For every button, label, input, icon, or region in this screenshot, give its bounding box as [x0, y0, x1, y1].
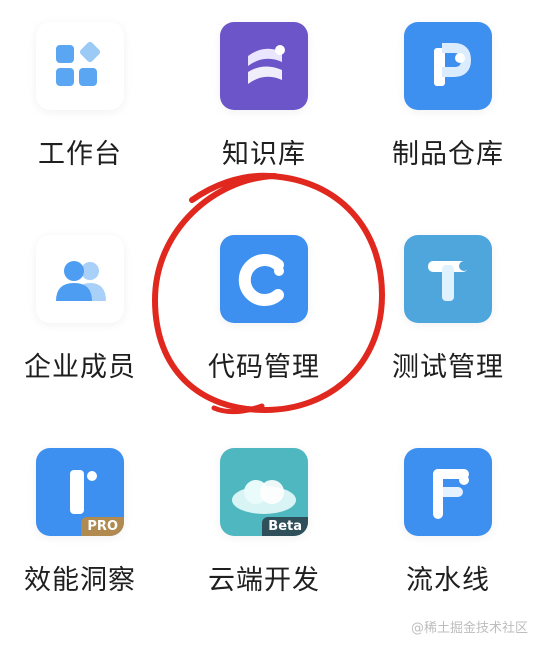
artifact-repository-icon [434, 43, 472, 86]
efficiency-insight-tile[interactable]: PRO [36, 448, 124, 536]
app-label: 测试管理 [392, 352, 504, 383]
workbench-grid-icon [56, 41, 101, 86]
cloud-development-tile[interactable]: Beta [220, 448, 308, 536]
enterprise-members-tile[interactable] [36, 235, 124, 323]
knowledge-base-icon [248, 45, 285, 84]
app-label: 云端开发 [208, 565, 320, 596]
pipeline-tile[interactable] [404, 448, 492, 536]
test-management-icon [428, 261, 469, 301]
app-label: 流水线 [406, 565, 490, 596]
enterprise-members-icon [56, 261, 106, 301]
app-label: 制品仓库 [392, 139, 504, 170]
code-management-icon [238, 254, 284, 306]
test-management-tile[interactable] [404, 235, 492, 323]
app-label: 知识库 [222, 139, 306, 170]
watermark: @稀土掘金技术社区 [410, 621, 528, 636]
app-label: 效能洞察 [24, 565, 136, 596]
app-label: 代码管理 [208, 352, 320, 383]
workbench-tile[interactable] [36, 22, 124, 110]
beta-badge: Beta [262, 517, 308, 536]
app-label: 工作台 [38, 139, 122, 170]
pipeline-icon [433, 469, 469, 519]
knowledge-base-tile[interactable] [220, 22, 308, 110]
artifact-repository-tile[interactable] [404, 22, 492, 110]
code-management-tile[interactable] [220, 235, 308, 323]
pro-badge: PRO [81, 517, 124, 536]
app-label: 企业成员 [24, 352, 136, 383]
